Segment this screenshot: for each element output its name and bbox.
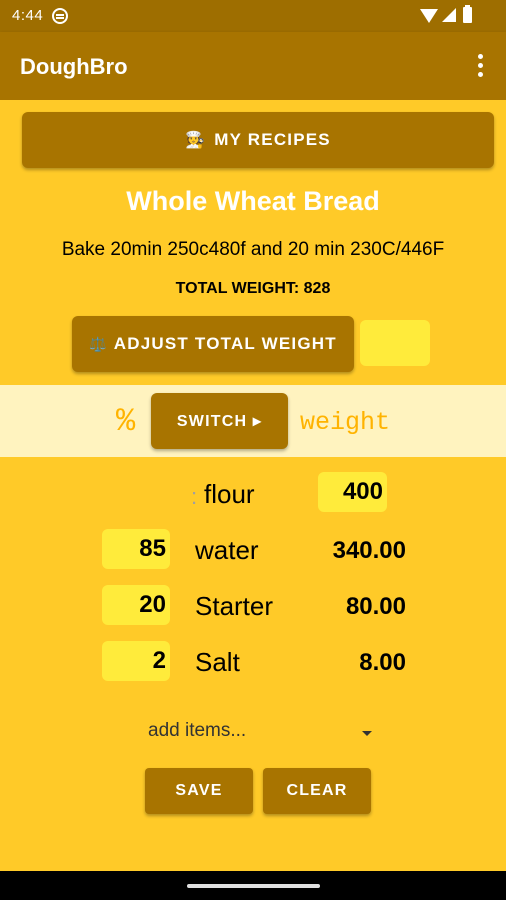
switch-button[interactable]: SWITCH ▸ xyxy=(151,393,288,449)
flour-label: flour xyxy=(204,479,255,509)
add-items-dropdown[interactable]: add items... xyxy=(148,720,378,748)
main-content: 🧑‍🍳 MY RECIPES Whole Wheat Bread Bake 20… xyxy=(0,100,506,871)
ingredient-percent-input[interactable]: 2 xyxy=(102,641,170,681)
adjust-weight-input[interactable] xyxy=(360,320,430,366)
flour-weight-input[interactable]: 400 xyxy=(318,472,387,512)
app-title: DoughBro xyxy=(20,54,128,79)
home-gesture-handle[interactable] xyxy=(187,884,320,888)
app-bar: DoughBro xyxy=(0,32,506,100)
ingredient-name: water xyxy=(195,535,259,565)
scale-icon: ⚖️ xyxy=(89,335,108,352)
my-recipes-button[interactable]: 🧑‍🍳 MY RECIPES xyxy=(22,112,494,168)
battery-icon xyxy=(463,5,472,23)
signal-icon xyxy=(442,8,456,22)
adjust-total-weight-label: ADJUST TOTAL WEIGHT xyxy=(113,334,337,353)
wifi-icon xyxy=(420,9,438,23)
status-time: 4:44 xyxy=(12,7,44,24)
ingredient-weight: 80.00 xyxy=(345,593,406,620)
flour-separator: : xyxy=(191,484,198,509)
ingredient-percent-input[interactable]: 20 xyxy=(102,585,170,625)
ingredient-name: Salt xyxy=(195,647,240,677)
ingredient-weight: 8.00 xyxy=(359,649,406,676)
chef-icon: 🧑‍🍳 xyxy=(185,132,207,149)
mode-toggle-row: % SWITCH ▸ weight xyxy=(0,385,506,457)
overflow-menu-icon[interactable] xyxy=(470,52,490,80)
recipe-notes: Bake 20min 250c480f and 20 min 230C/446F xyxy=(61,239,445,260)
adjust-total-weight-button[interactable]: ⚖️ ADJUST TOTAL WEIGHT xyxy=(72,316,354,372)
save-button[interactable]: SAVE xyxy=(145,768,253,814)
vpn-icon xyxy=(52,8,68,24)
my-recipes-label: MY RECIPES xyxy=(214,130,331,149)
add-items-placeholder: add items... xyxy=(148,720,247,741)
weight-mode-label: weight xyxy=(300,408,391,437)
total-weight: TOTAL WEIGHT: 828 xyxy=(175,280,331,297)
clear-button[interactable]: CLEAR xyxy=(263,768,371,814)
dropdown-arrow-icon xyxy=(362,731,372,736)
ingredient-percent-input[interactable]: 85 xyxy=(102,529,170,569)
status-bar: 4:44 xyxy=(0,0,506,32)
percent-mode-label: % xyxy=(116,403,136,440)
ingredient-name: Starter xyxy=(195,591,274,621)
navigation-bar xyxy=(0,871,506,900)
ingredient-weight: 340.00 xyxy=(332,537,406,564)
recipe-title: Whole Wheat Bread xyxy=(126,186,380,216)
